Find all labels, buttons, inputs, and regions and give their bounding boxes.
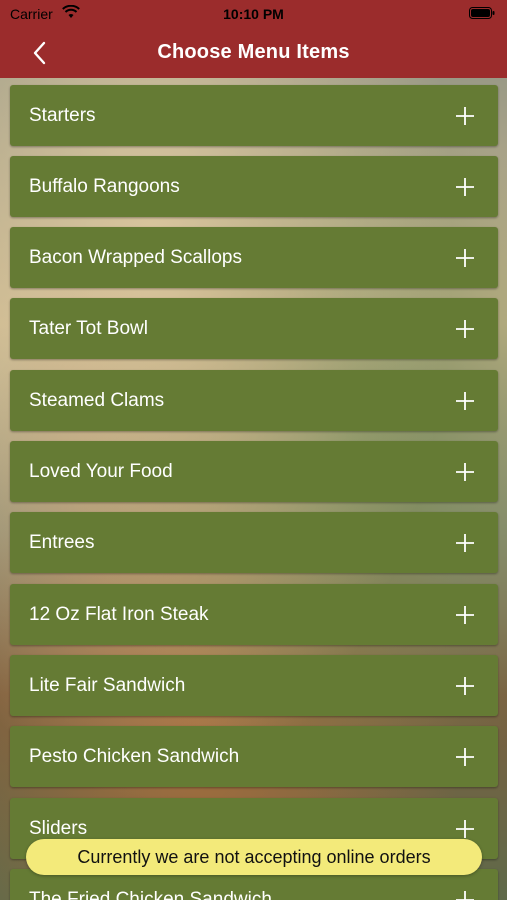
plus-icon[interactable] [456, 534, 474, 552]
menu-item-pesto-chicken-sandwich[interactable]: Pesto Chicken Sandwich [10, 726, 498, 787]
plus-icon[interactable] [456, 107, 474, 125]
menu-item-tater-tot-bowl[interactable]: Tater Tot Bowl [10, 298, 498, 359]
plus-icon[interactable] [456, 320, 474, 338]
menu-item-label: The Fried Chicken Sandwich [29, 889, 272, 900]
menu-item-bacon-wrapped-scallops[interactable]: Bacon Wrapped Scallops [10, 227, 498, 288]
menu-item-label: Entrees [29, 532, 95, 553]
battery-icon [469, 7, 495, 19]
plus-icon[interactable] [456, 392, 474, 410]
plus-icon[interactable] [456, 606, 474, 624]
plus-icon[interactable] [456, 891, 474, 900]
navigation-bar: Choose Menu Items [0, 28, 507, 78]
menu-item-lite-fair-sandwich[interactable]: Lite Fair Sandwich [10, 655, 498, 716]
menu-item-label: Bacon Wrapped Scallops [29, 247, 242, 268]
plus-icon[interactable] [456, 463, 474, 481]
menu-list[interactable]: Starters Buffalo Rangoons Bacon Wrapped … [0, 78, 507, 900]
plus-icon[interactable] [456, 820, 474, 838]
menu-item-label: Pesto Chicken Sandwich [29, 746, 240, 767]
menu-item-buffalo-rangoons[interactable]: Buffalo Rangoons [10, 156, 498, 217]
orders-closed-toast: Currently we are not accepting online or… [26, 839, 482, 875]
menu-item-label: Buffalo Rangoons [29, 176, 180, 197]
plus-icon[interactable] [456, 249, 474, 267]
status-bar: Carrier 10:10 PM [0, 0, 507, 28]
menu-item-flat-iron-steak[interactable]: 12 Oz Flat Iron Steak [10, 584, 498, 645]
status-time: 10:10 PM [223, 6, 284, 22]
menu-item-starters[interactable]: Starters [10, 85, 498, 146]
menu-item-loved-your-food[interactable]: Loved Your Food [10, 441, 498, 502]
menu-item-label: Lite Fair Sandwich [29, 675, 186, 696]
menu-item-label: Starters [29, 105, 96, 126]
plus-icon[interactable] [456, 677, 474, 695]
menu-item-label: Tater Tot Bowl [29, 318, 148, 339]
menu-item-label: Loved Your Food [29, 461, 173, 482]
menu-item-entrees[interactable]: Entrees [10, 512, 498, 573]
plus-icon[interactable] [456, 178, 474, 196]
menu-item-steamed-clams[interactable]: Steamed Clams [10, 370, 498, 431]
page-title: Choose Menu Items [157, 41, 350, 63]
menu-item-label: Steamed Clams [29, 390, 165, 411]
menu-item-label: 12 Oz Flat Iron Steak [29, 604, 209, 625]
menu-item-label: Sliders [29, 818, 88, 839]
plus-icon[interactable] [456, 748, 474, 766]
